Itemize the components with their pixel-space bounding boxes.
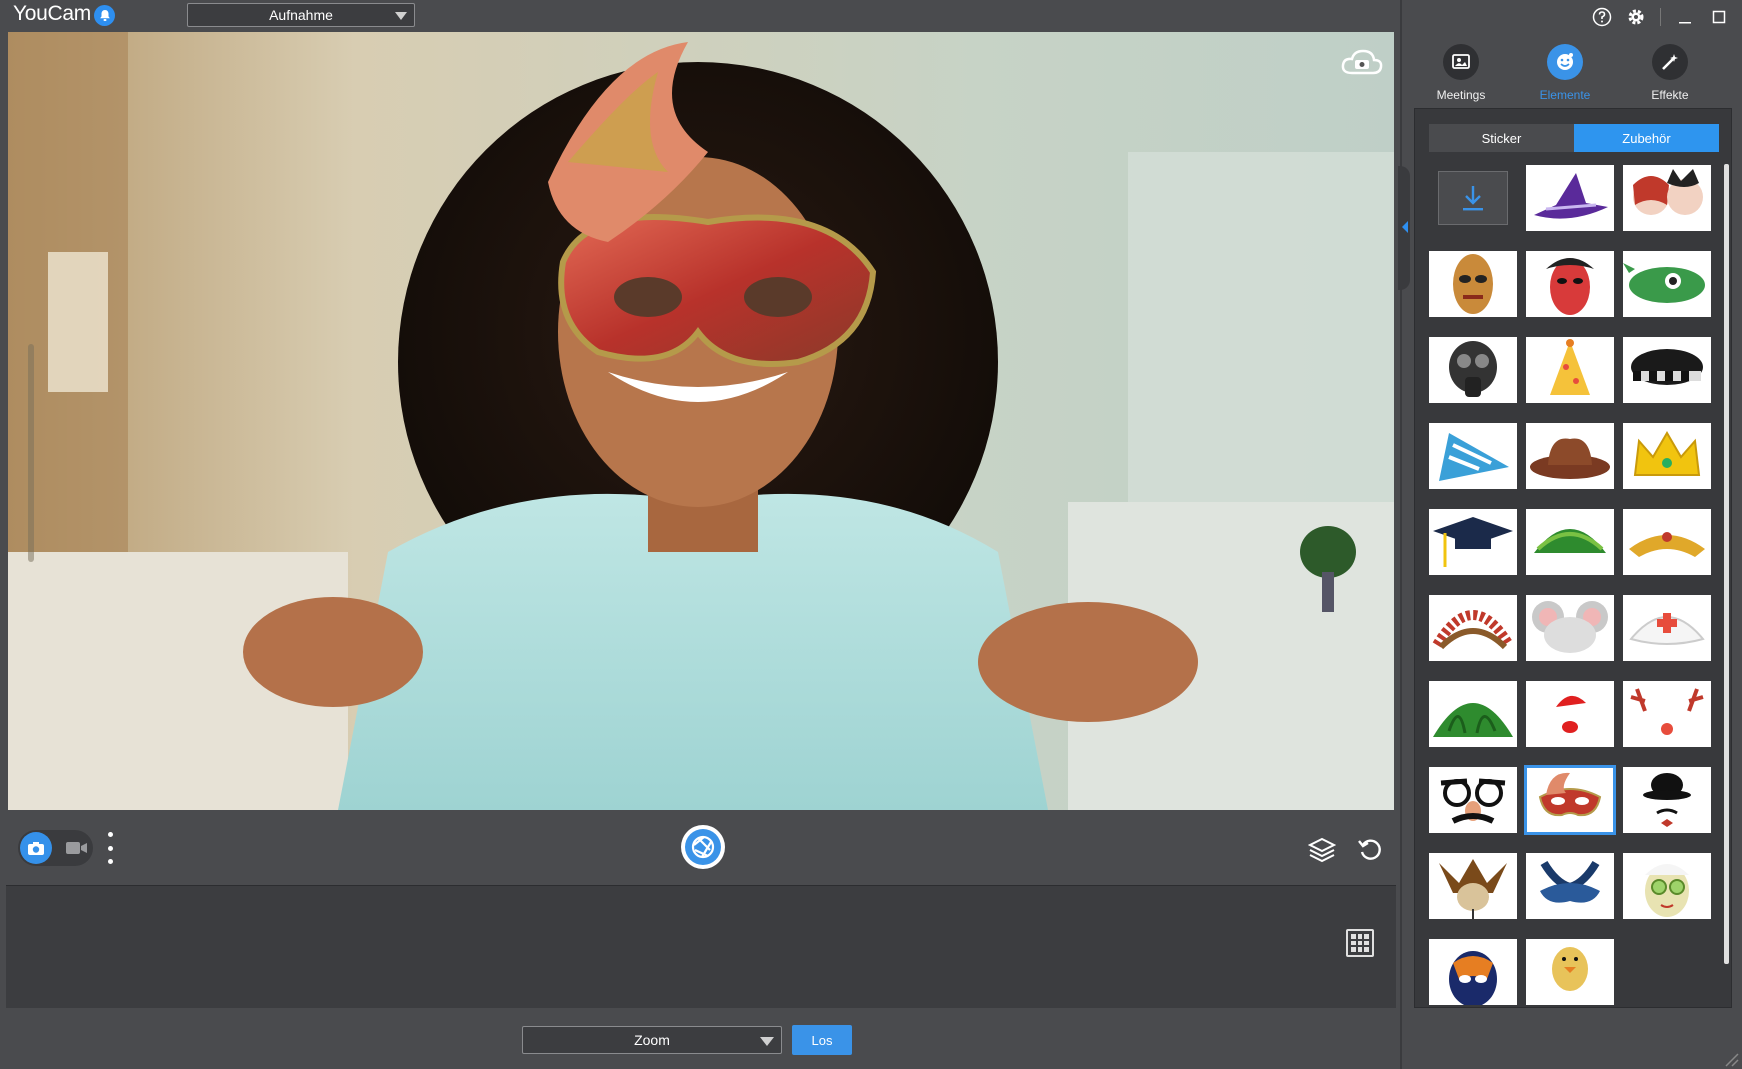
accessory-reindeer-antlers[interactable]	[1623, 681, 1711, 747]
accessory-groucho-glasses[interactable]	[1429, 767, 1517, 833]
subtab-zubehoer[interactable]: Zubehör	[1574, 124, 1719, 152]
accessories-panel: Sticker Zubehör	[1414, 108, 1732, 1008]
panel-scrollbar[interactable]	[1724, 164, 1729, 964]
notification-bell-icon[interactable]	[94, 5, 115, 26]
app-target-dropdown[interactable]: Zoom	[522, 1026, 782, 1054]
accessory-chick-hat[interactable]	[1526, 939, 1614, 1005]
accessory-party-hat[interactable]	[1526, 337, 1614, 403]
youcam-window: YouCam Aufnahme Zoom Los Meetings Elemen…	[0, 0, 1742, 1069]
tab-effekte[interactable]: Effekte	[1625, 44, 1715, 104]
separator	[1660, 8, 1661, 26]
tab-label: Elemente	[1539, 88, 1591, 102]
accessory-watermelon-hat[interactable]	[1429, 681, 1517, 747]
accessory-jester-mask[interactable]	[1429, 853, 1517, 919]
download-more-button[interactable]	[1438, 171, 1508, 225]
accessory-grid	[1429, 165, 1717, 1005]
camera-icon[interactable]	[20, 832, 52, 864]
accessory-gold-tiara[interactable]	[1623, 509, 1711, 575]
title-bar: YouCam Aufnahme	[0, 0, 1400, 32]
resize-grip-icon[interactable]	[1722, 1050, 1740, 1068]
rotate-undo-icon[interactable]	[1357, 836, 1383, 862]
window-controls	[1592, 6, 1742, 28]
accessory-gas-mask[interactable]	[1429, 337, 1517, 403]
chevron-left-icon	[1402, 221, 1408, 233]
capture-mode-value: Aufnahme	[269, 7, 333, 23]
download-icon	[1463, 186, 1483, 211]
video-camera-icon[interactable]	[66, 841, 88, 860]
tab-elemente[interactable]: Elemente	[1520, 44, 1610, 104]
shutter-button[interactable]	[680, 824, 726, 870]
elements-icon	[1547, 44, 1583, 80]
accessory-angel-devil-masks[interactable]	[1623, 165, 1711, 231]
accessory-police-cap[interactable]	[1623, 337, 1711, 403]
effect-tray	[6, 885, 1396, 1008]
accessory-graduation-cap[interactable]	[1429, 509, 1517, 575]
effects-icon	[1652, 44, 1688, 80]
tab-label: Meetings	[1436, 88, 1486, 102]
camera-feed-image	[8, 32, 1394, 810]
settings-gear-icon[interactable]	[1626, 7, 1646, 27]
subtab-bar: Sticker Zubehör	[1429, 124, 1719, 152]
subtab-sticker[interactable]: Sticker	[1429, 124, 1574, 152]
grid-view-icon[interactable]	[1346, 929, 1374, 957]
accessory-luchador-mask[interactable]	[1429, 939, 1517, 1005]
panel-divider	[1400, 0, 1402, 1069]
cloud-camera-icon[interactable]	[1340, 47, 1384, 79]
accessory-nurse-cap[interactable]	[1623, 595, 1711, 661]
app-target-value: Zoom	[634, 1032, 670, 1048]
layers-icon[interactable]	[1307, 835, 1337, 863]
capture-mode-dropdown[interactable]: Aufnahme	[187, 3, 415, 27]
accessory-tribal-mask[interactable]	[1429, 251, 1517, 317]
go-button[interactable]: Los	[792, 1025, 852, 1055]
accessory-cucumber-face-mask[interactable]	[1623, 853, 1711, 919]
help-icon[interactable]	[1592, 7, 1612, 27]
maximize-icon[interactable]	[1709, 7, 1729, 27]
capture-control-bar	[8, 810, 1394, 884]
photo-video-toggle[interactable]	[18, 830, 93, 866]
accessory-red-mini-hat[interactable]	[1526, 681, 1614, 747]
accessory-striped-party-hat[interactable]	[1429, 423, 1517, 489]
more-options-icon[interactable]	[106, 832, 114, 864]
accessory-gold-crown[interactable]	[1623, 423, 1711, 489]
accessory-blue-feather-mask[interactable]	[1526, 853, 1614, 919]
accessory-venetian-mask[interactable]	[1524, 765, 1616, 835]
tab-meetings[interactable]: Meetings	[1416, 44, 1506, 104]
chevron-down-icon	[760, 1037, 774, 1046]
accessory-mouse-ears[interactable]	[1526, 595, 1614, 661]
accessory-bowler-hat-mustache[interactable]	[1623, 767, 1711, 833]
video-scroll-indicator[interactable]	[28, 344, 34, 562]
camera-preview	[8, 32, 1394, 810]
minimize-icon[interactable]	[1675, 7, 1695, 27]
accessory-grass-headband[interactable]	[1526, 509, 1614, 575]
accessory-empty-slot	[1623, 939, 1711, 1005]
accessory-cowboy-hat[interactable]	[1526, 423, 1614, 489]
accessory-feather-headdress[interactable]	[1429, 595, 1517, 661]
chevron-down-icon	[395, 12, 407, 20]
tab-label: Effekte	[1651, 88, 1689, 102]
collapse-panel-handle[interactable]	[1398, 166, 1410, 290]
app-title: YouCam	[13, 2, 91, 25]
feature-tabs: Meetings Elemente Effekte	[1416, 44, 1726, 104]
accessory-opera-mask[interactable]	[1526, 251, 1614, 317]
meetings-icon	[1443, 44, 1479, 80]
accessory-witch-hat[interactable]	[1526, 165, 1614, 231]
accessory-fish-hat[interactable]	[1623, 251, 1711, 317]
